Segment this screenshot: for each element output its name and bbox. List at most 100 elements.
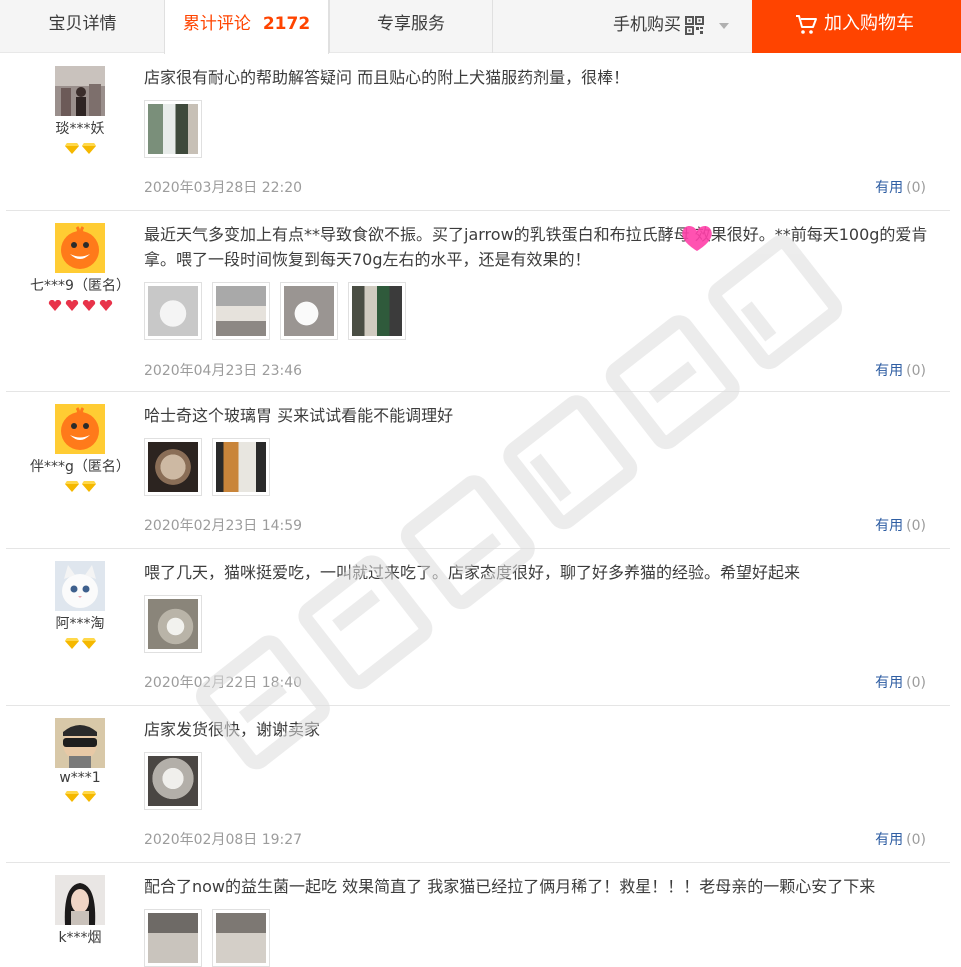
review-text: 店家很有耐心的帮助解答疑问 而且贴心的附上犬猫服药剂量，很棒！ <box>144 68 630 87</box>
useful-count: (0) <box>906 832 926 848</box>
review-text: 最近天气多变加上有点**导致食欲不振。买了jarrow的乳铁蛋白和布拉氏酵母 效… <box>144 225 928 269</box>
review-date: 2020年02月22日 18:40 <box>144 675 303 691</box>
review-photos <box>144 282 934 340</box>
gold-diamond-icon <box>81 638 96 649</box>
useful-label: 有用 <box>875 180 904 196</box>
gold-diamond-icon <box>81 791 96 802</box>
mobile-buy-button[interactable]: 手机购买 <box>492 0 752 53</box>
buyer-level <box>6 791 154 802</box>
gold-diamond-icon <box>64 481 79 492</box>
review-count: 2172 <box>262 14 311 34</box>
avatar[interactable] <box>55 223 105 273</box>
gold-diamond-icon <box>81 143 96 154</box>
review-photo-thumbnail[interactable] <box>212 282 270 340</box>
review-photo-thumbnail[interactable] <box>144 595 202 653</box>
review-photo-thumbnail[interactable] <box>144 100 202 158</box>
red-heart-icon <box>82 300 95 311</box>
review-photo-thumbnail[interactable] <box>280 282 338 340</box>
reviewer-nickname: 伴***g（匿名） <box>30 459 130 475</box>
avatar[interactable] <box>55 875 105 925</box>
review-content: 配合了now的益生菌一起吃 效果简直了 我家猫已经拉了俩月稀了！救星！！！老母亲… <box>144 863 934 967</box>
review-item: 阿***淘 喂了几天，猫咪挺爱吃，一叫就过来吃了。店家态度很好，聊了好多养猫的经… <box>6 549 950 706</box>
pink-heart-mark <box>682 225 712 251</box>
avatar[interactable] <box>55 561 105 611</box>
useful-count: (0) <box>906 180 926 196</box>
review-content: 店家很有耐心的帮助解答疑问 而且贴心的附上犬猫服药剂量，很棒！ <box>144 54 934 158</box>
review-item: 伴***g（匿名） 哈士奇这个玻璃胃 买来试试看能不能调理好 2020年02月2… <box>6 392 950 549</box>
review-item: w***1 店家发货很快，谢谢卖家 2020年02月08日 19:27 有用 (0… <box>6 706 950 863</box>
review-photo-thumbnail[interactable] <box>212 438 270 496</box>
add-to-cart-button[interactable]: 加入购物车 <box>752 0 961 53</box>
useful-label: 有用 <box>875 363 904 379</box>
review-date: 2020年02月08日 19:27 <box>144 832 303 848</box>
shopping-cart-icon <box>796 15 817 34</box>
review-photos <box>144 752 934 810</box>
review-text: 配合了now的益生菌一起吃 效果简直了 我家猫已经拉了俩月稀了！救星！！！老母亲… <box>144 877 876 896</box>
buyer-level <box>6 300 154 311</box>
review-photo-thumbnail[interactable] <box>144 282 202 340</box>
review-photos <box>144 595 934 653</box>
useful-label: 有用 <box>875 832 904 848</box>
review-photos <box>144 100 934 158</box>
tab-services[interactable]: 专享服务 <box>329 0 492 53</box>
tab-item-details-label: 宝贝详情 <box>48 14 117 34</box>
useful-label: 有用 <box>875 518 904 534</box>
tab-services-label: 专享服务 <box>377 14 445 34</box>
add-to-cart-label: 加入购物车 <box>824 13 914 34</box>
review-content: 喂了几天，猫咪挺爱吃，一叫就过来吃了。店家态度很好，聊了好多养猫的经验。希望好起… <box>144 549 934 653</box>
avatar[interactable] <box>55 66 105 116</box>
review-photo-thumbnail[interactable] <box>348 282 406 340</box>
buyer-level <box>6 481 154 492</box>
useful-count: (0) <box>906 518 926 534</box>
review-photo-thumbnail[interactable] <box>144 438 202 496</box>
review-date: 2020年03月28日 22:20 <box>144 180 303 196</box>
review-text: 店家发货很快，谢谢卖家 <box>144 720 321 739</box>
review-user: k***烟 <box>6 863 154 947</box>
useful-count: (0) <box>906 363 926 379</box>
review-user: 阿***淘 <box>6 549 154 649</box>
useful-button[interactable]: 有用 (0) <box>875 829 926 849</box>
review-user: 七***9（匿名） <box>6 211 154 311</box>
gold-diamond-icon <box>81 481 96 492</box>
review-list: 琰***妖 店家很有耐心的帮助解答疑问 而且贴心的附上犬猫服药剂量，很棒！ 20… <box>0 54 961 967</box>
reviewer-nickname: k***烟 <box>58 930 102 946</box>
useful-button[interactable]: 有用 (0) <box>875 515 926 535</box>
review-text: 哈士奇这个玻璃胃 买来试试看能不能调理好 <box>144 406 454 425</box>
gold-diamond-icon <box>64 638 79 649</box>
useful-count: (0) <box>906 675 926 691</box>
useful-label: 有用 <box>875 675 904 691</box>
tab-reviews[interactable]: 累计评论 2172 <box>164 0 329 54</box>
review-item: k***烟 配合了now的益生菌一起吃 效果简直了 我家猫已经拉了俩月稀了！救星… <box>6 863 950 967</box>
useful-button[interactable]: 有用 (0) <box>875 672 926 692</box>
reviewer-nickname: 七***9（匿名） <box>30 278 130 294</box>
red-heart-icon <box>99 300 112 311</box>
avatar[interactable] <box>55 718 105 768</box>
red-heart-icon <box>65 300 78 311</box>
detail-tab-bar: 宝贝详情 累计评论 2172 专享服务 手机购买 加入购物车 <box>0 0 961 54</box>
review-content: 店家发货很快，谢谢卖家 <box>144 706 934 810</box>
avatar[interactable] <box>55 404 105 454</box>
buyer-level <box>6 638 154 649</box>
tab-reviews-label: 累计评论 <box>182 14 251 34</box>
review-item: 七***9（匿名） 最近天气多变加上有点**导致食欲不振。买了jarrow的乳铁… <box>6 211 950 392</box>
review-photos <box>144 438 934 496</box>
mobile-buy-label: 手机购买 <box>613 15 681 35</box>
review-item: 琰***妖 店家很有耐心的帮助解答疑问 而且贴心的附上犬猫服药剂量，很棒！ 20… <box>6 54 950 211</box>
review-content: 哈士奇这个玻璃胃 买来试试看能不能调理好 <box>144 392 934 496</box>
tab-item-details[interactable]: 宝贝详情 <box>0 0 165 53</box>
chevron-down-icon <box>719 23 729 29</box>
gold-diamond-icon <box>64 791 79 802</box>
review-user: 伴***g（匿名） <box>6 392 154 492</box>
review-photo-thumbnail[interactable] <box>144 752 202 810</box>
gold-diamond-icon <box>64 143 79 154</box>
review-photo-thumbnail[interactable] <box>144 909 202 967</box>
useful-button[interactable]: 有用 (0) <box>875 177 926 197</box>
qr-code-icon <box>685 16 704 35</box>
review-content: 最近天气多变加上有点**导致食欲不振。买了jarrow的乳铁蛋白和布拉氏酵母 效… <box>144 211 934 340</box>
red-heart-icon <box>48 300 61 311</box>
review-user: 琰***妖 <box>6 54 154 154</box>
buyer-level <box>6 143 154 154</box>
useful-button[interactable]: 有用 (0) <box>875 360 926 380</box>
review-photo-thumbnail[interactable] <box>212 909 270 967</box>
reviewer-nickname: 琰***妖 <box>55 121 105 137</box>
